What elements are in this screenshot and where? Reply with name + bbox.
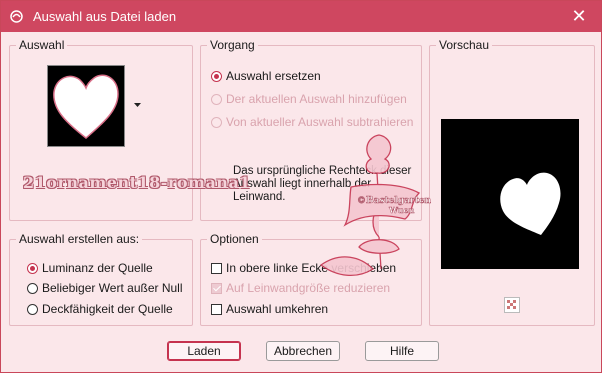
preview-heart-shape	[500, 172, 561, 235]
radio-auswahl-ersetzen[interactable]: Auswahl ersetzen	[211, 69, 321, 83]
radio-dot	[27, 303, 38, 315]
radio-dot	[211, 116, 222, 128]
help-button[interactable]: Hilfe	[365, 341, 439, 361]
radio-beliebiger-wert[interactable]: Beliebiger Wert außer Null	[27, 281, 183, 295]
auswahl-legend: Auswahl	[16, 38, 68, 52]
zoom-fit-icon	[507, 300, 516, 309]
checkbox-box	[211, 262, 222, 274]
checkbox-label: Auf Leinwandgröße reduzieren	[226, 281, 391, 295]
selection-thumbnail[interactable]	[47, 65, 125, 147]
check-obere-linke-ecke[interactable]: In obere linke Ecke verschieben	[211, 261, 396, 275]
watermark-text: 21ornament18-romana1	[23, 173, 251, 192]
window-title: Auswahl aus Datei laden	[33, 9, 177, 24]
cancel-button[interactable]: Abbrechen	[266, 341, 340, 361]
check-auswahl-umkehren[interactable]: Auswahl umkehren	[211, 302, 328, 316]
radio-dot	[211, 93, 222, 105]
checkbox-box	[211, 282, 222, 294]
dialog-window: Auswahl aus Datei laden ✕ Auswahl Vorgan…	[0, 0, 602, 373]
zoom-fit-button[interactable]	[504, 297, 520, 313]
radio-deckfaehigkeit[interactable]: Deckfähigkeit der Quelle	[27, 302, 173, 316]
radio-label: Deckfähigkeit der Quelle	[42, 302, 173, 316]
radio-hinzufuegen[interactable]: Der aktuellen Auswahl hinzufügen	[211, 92, 407, 106]
erstellen-legend: Auswahl erstellen aus:	[16, 232, 143, 246]
heart-shape	[53, 74, 119, 139]
radio-dot	[211, 70, 222, 82]
checkbox-label: Auswahl umkehren	[226, 302, 329, 316]
radio-label: Luminanz der Quelle	[42, 261, 153, 275]
radio-luminanz[interactable]: Luminanz der Quelle	[27, 261, 153, 275]
checkbox-label: In obere linke Ecke verschieben	[226, 261, 397, 275]
info-note: Das ursprüngliche Rechteck dieser Auswah…	[233, 165, 412, 203]
radio-label: Beliebiger Wert außer Null	[42, 281, 183, 295]
close-button[interactable]: ✕	[557, 1, 601, 32]
load-button[interactable]: Laden	[167, 341, 241, 361]
vorgang-legend: Vorgang	[207, 38, 258, 52]
title-bar: Auswahl aus Datei laden ✕	[1, 1, 601, 32]
app-icon	[10, 10, 23, 23]
optionen-legend: Optionen	[207, 232, 262, 246]
check-leinwandgroesse[interactable]: Auf Leinwandgröße reduzieren	[211, 281, 390, 295]
dropdown-arrow-icon[interactable]	[134, 103, 141, 108]
radio-label: Auswahl ersetzen	[226, 69, 321, 83]
radio-dot	[27, 262, 38, 274]
radio-label: Von aktueller Auswahl subtrahieren	[226, 115, 414, 129]
radio-dot	[27, 282, 38, 294]
radio-label: Der aktuellen Auswahl hinzufügen	[226, 92, 407, 106]
radio-subtrahieren[interactable]: Von aktueller Auswahl subtrahieren	[211, 115, 413, 129]
checkbox-box	[211, 303, 222, 315]
preview-canvas	[441, 119, 579, 269]
vorschau-legend: Vorschau	[436, 38, 493, 52]
close-icon: ✕	[571, 6, 587, 26]
